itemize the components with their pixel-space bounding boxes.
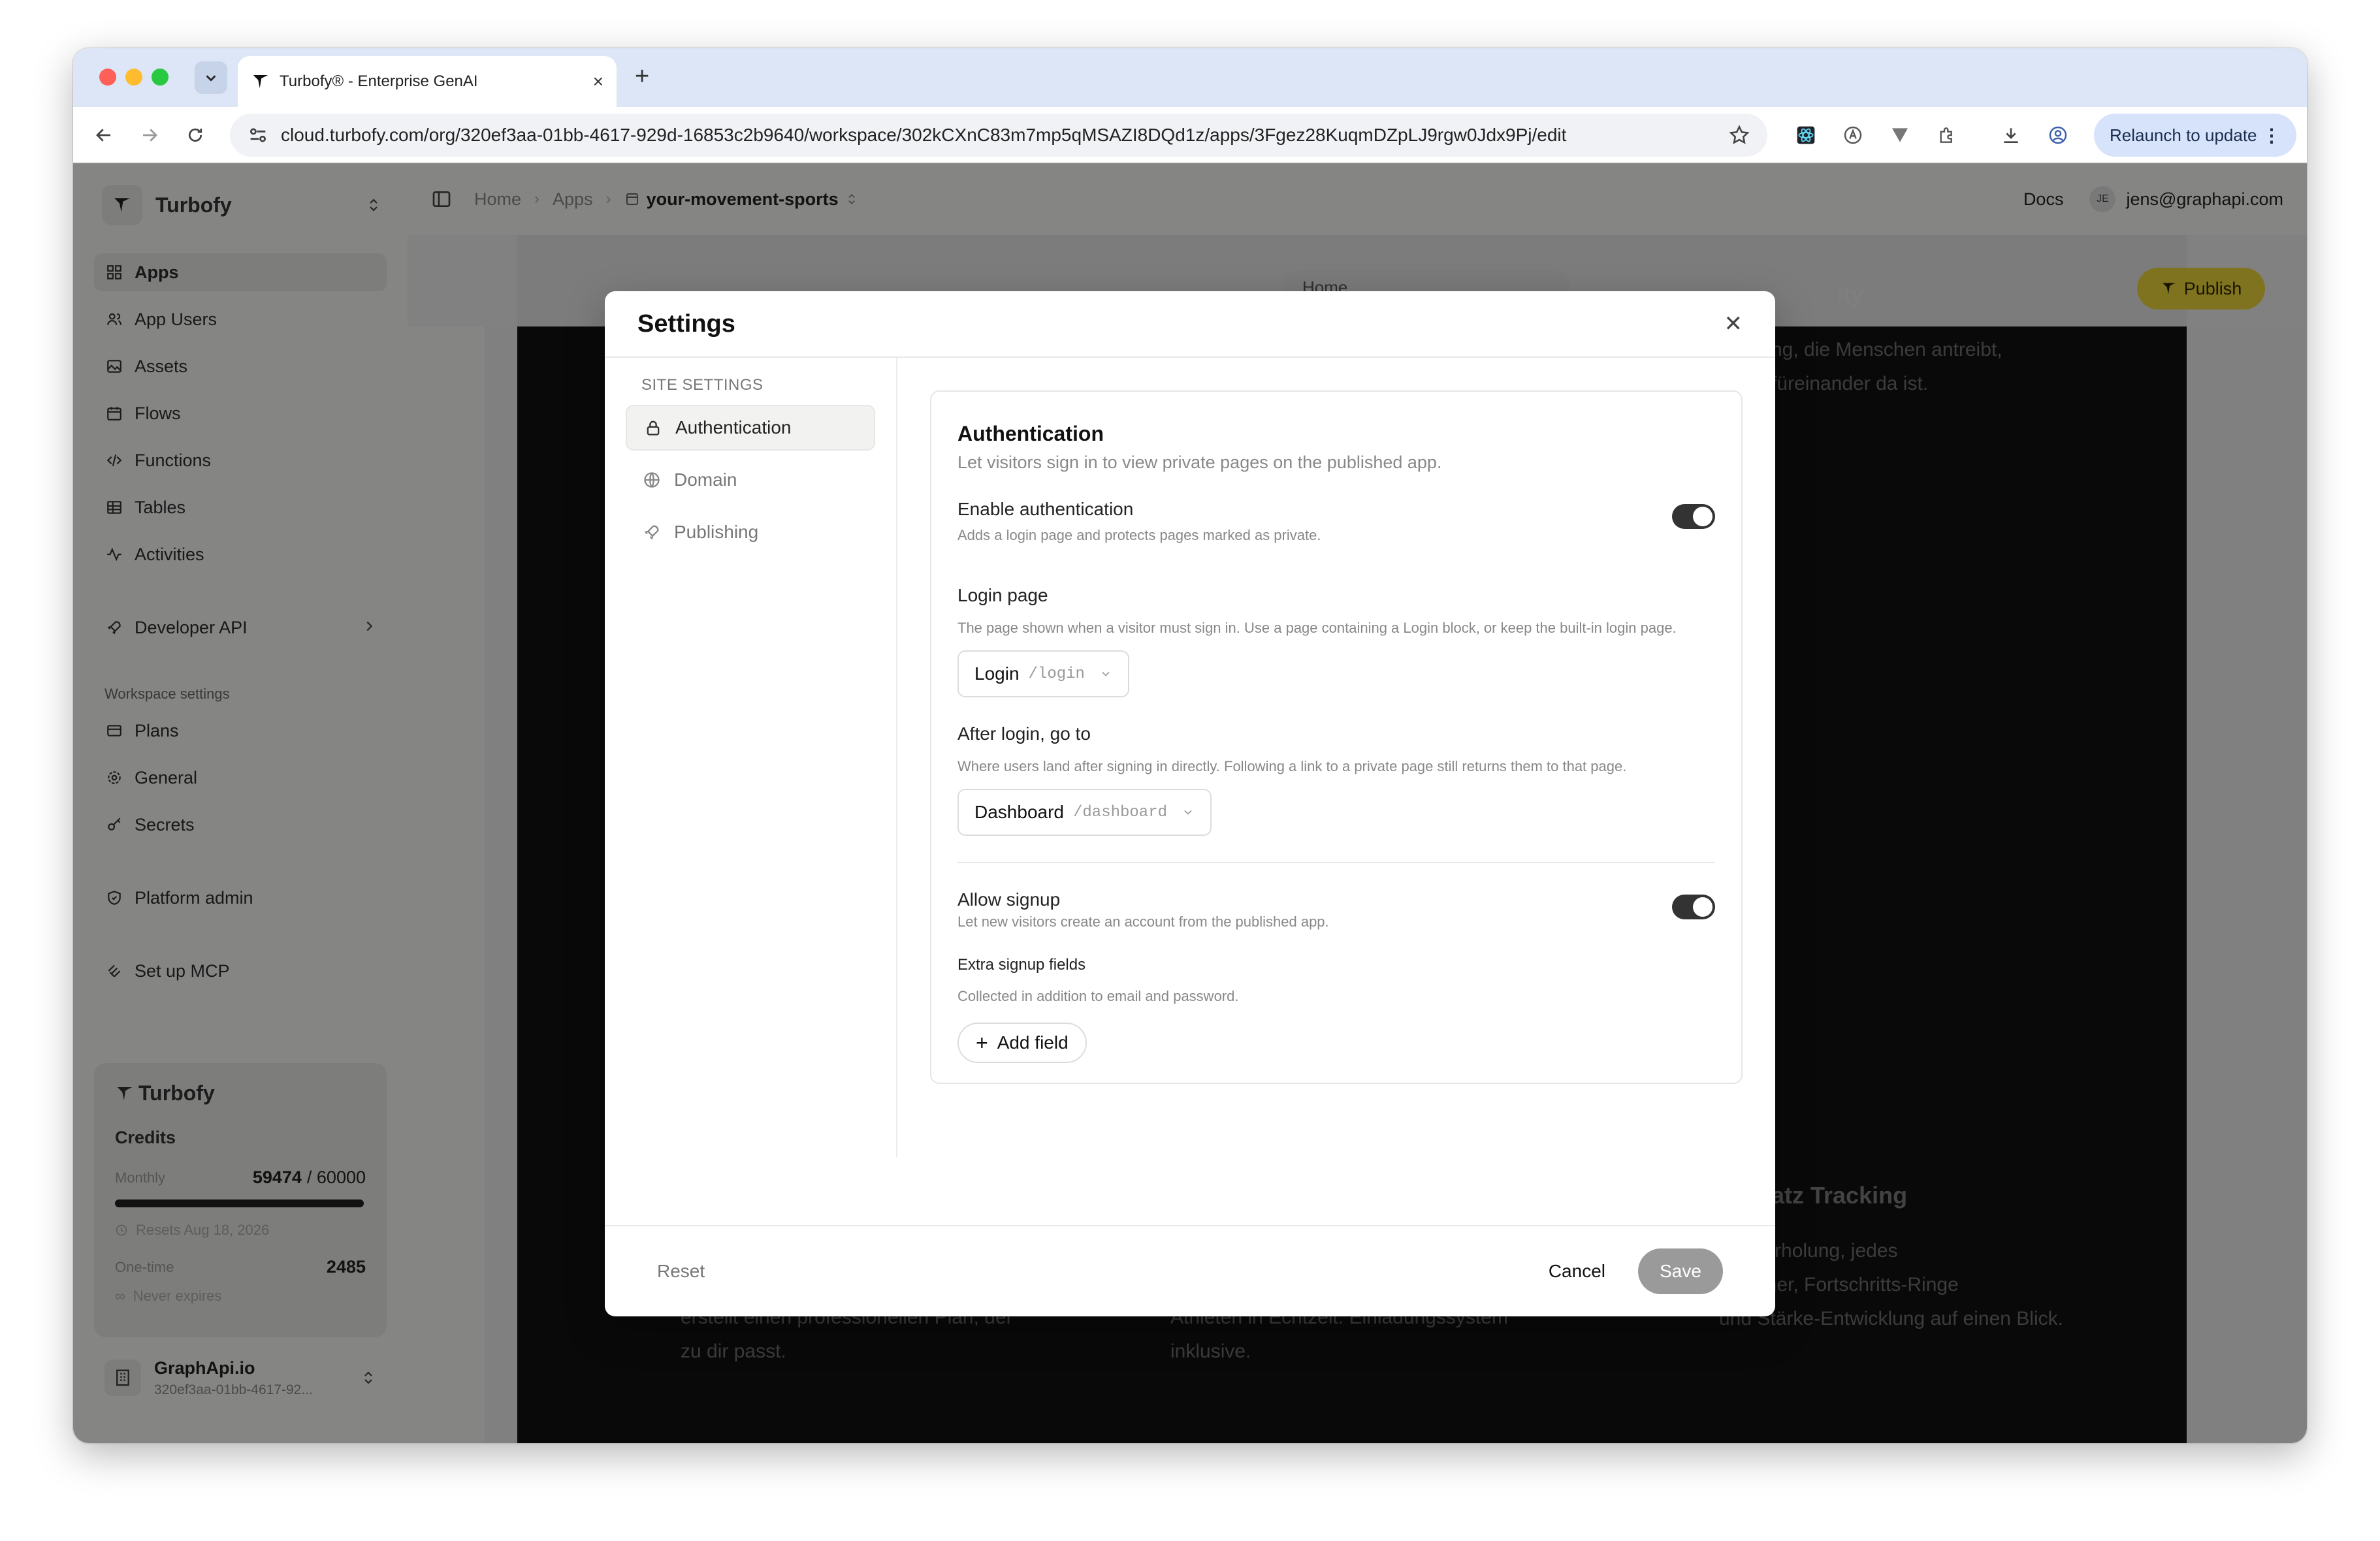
- tab-label: Publishing: [674, 522, 759, 542]
- chevron-down-icon: [1184, 810, 1192, 815]
- after-login-select[interactable]: Dashboard /dashboard: [957, 789, 1212, 836]
- extensions-puzzle-icon[interactable]: [1933, 121, 1961, 149]
- add-field-label: Add field: [997, 1032, 1069, 1053]
- close-icon[interactable]: ✕: [1724, 311, 1743, 337]
- add-field-button[interactable]: + Add field: [957, 1023, 1087, 1063]
- login-page-label: Login page: [957, 585, 1048, 605]
- tab-label: Authentication: [675, 417, 792, 437]
- back-icon[interactable]: [90, 121, 118, 149]
- browser-tab[interactable]: Turbofy® - Enterprise GenAI ×: [238, 56, 617, 107]
- close-window-button[interactable]: [99, 69, 116, 86]
- extension-v-icon[interactable]: [1886, 121, 1914, 149]
- toggle-knob: [1693, 507, 1713, 526]
- minimize-window-button[interactable]: [125, 69, 142, 86]
- after-login-help: Where users land after signing in direct…: [957, 758, 1627, 774]
- site-settings-icon[interactable]: [247, 124, 269, 146]
- rocket-icon: [641, 522, 662, 543]
- more-vertical-icon: ⋮: [2262, 125, 2281, 146]
- extension-a-icon[interactable]: [1839, 121, 1867, 149]
- modal-footer: Reset Cancel Save: [605, 1225, 1775, 1316]
- enable-auth-row: Enable authentication Adds a login page …: [957, 499, 1715, 546]
- browser-toolbar: cloud.turbofy.com/org/320ef3aa-01bb-4617…: [73, 107, 2307, 163]
- reset-button[interactable]: Reset: [657, 1261, 705, 1282]
- section-description: Let visitors sign in to view private pag…: [957, 453, 1442, 472]
- login-page-select[interactable]: Login /login: [957, 650, 1129, 697]
- plus-icon: +: [976, 1030, 988, 1055]
- save-button[interactable]: Save: [1638, 1248, 1723, 1294]
- globe-icon: [641, 469, 662, 490]
- enable-auth-label: Enable authentication: [957, 499, 1134, 519]
- login-page-slug: /login: [1028, 665, 1085, 683]
- site-settings-label: SITE SETTINGS: [641, 376, 764, 394]
- allow-signup-help: Let new visitors create an account from …: [957, 913, 1329, 930]
- after-login-value: Dashboard: [974, 802, 1064, 822]
- allow-signup-row: Allow signup Let new visitors create an …: [957, 889, 1715, 932]
- cancel-button[interactable]: Cancel: [1549, 1261, 1605, 1282]
- download-icon[interactable]: [1997, 121, 2025, 149]
- divider: [957, 862, 1715, 863]
- bookmark-star-icon[interactable]: [1728, 124, 1750, 146]
- relaunch-label: Relaunch to update: [2110, 125, 2257, 145]
- tab-authentication[interactable]: Authentication: [626, 405, 875, 451]
- url-text: cloud.turbofy.com/org/320ef3aa-01bb-4617…: [281, 125, 1567, 145]
- modal-title: Settings: [637, 310, 735, 338]
- after-login-field: After login, go to Where users land afte…: [957, 723, 1715, 836]
- toggle-knob: [1693, 897, 1713, 917]
- chevron-down-icon: [206, 75, 216, 82]
- tab-title: Turbofy® - Enterprise GenAI: [280, 72, 478, 90]
- turbofy-favicon-icon: [253, 75, 268, 88]
- forward-icon[interactable]: [136, 121, 163, 149]
- allow-signup-toggle[interactable]: [1672, 895, 1715, 919]
- close-tab-icon[interactable]: ×: [593, 71, 603, 92]
- modal-nav: SITE SETTINGS Authentication Domain Publ…: [605, 358, 897, 1157]
- address-bar[interactable]: cloud.turbofy.com/org/320ef3aa-01bb-4617…: [230, 114, 1767, 157]
- after-login-label: After login, go to: [957, 723, 1091, 744]
- after-login-slug: /dashboard: [1072, 803, 1168, 821]
- settings-modal: Settings ✕ SITE SETTINGS Authentication …: [605, 291, 1775, 1316]
- login-page-value: Login: [974, 663, 1020, 684]
- tab-domain[interactable]: Domain: [626, 457, 875, 503]
- extra-fields-label: Extra signup fields: [957, 956, 1086, 974]
- reload-icon[interactable]: [182, 121, 209, 149]
- login-page-help: The page shown when a visitor must sign …: [957, 620, 1677, 636]
- profile-icon[interactable]: [2044, 121, 2072, 149]
- new-tab-button[interactable]: +: [635, 63, 649, 91]
- enable-auth-help: Adds a login page and protects pages mar…: [957, 527, 1321, 543]
- section-title: Authentication: [957, 422, 1104, 445]
- chevron-down-icon: [1102, 671, 1110, 676]
- react-devtools-icon[interactable]: [1792, 121, 1820, 149]
- relaunch-button[interactable]: Relaunch to update ⋮: [2094, 114, 2296, 157]
- lock-icon: [643, 417, 664, 438]
- tab-search-button[interactable]: [195, 61, 227, 94]
- login-page-field: Login page The page shown when a visitor…: [957, 585, 1715, 697]
- enable-auth-toggle[interactable]: [1672, 504, 1715, 529]
- modal-header: Settings ✕: [605, 291, 1775, 358]
- extra-fields-help: Collected in addition to email and passw…: [957, 988, 1239, 1004]
- tab-label: Domain: [674, 469, 737, 490]
- authentication-panel: Authentication Let visitors sign in to v…: [930, 390, 1743, 1084]
- allow-signup-label: Allow signup: [957, 889, 1061, 910]
- tab-publishing[interactable]: Publishing: [626, 509, 875, 555]
- tab-strip: Turbofy® - Enterprise GenAI × +: [73, 48, 2307, 107]
- maximize-window-button[interactable]: [152, 69, 169, 86]
